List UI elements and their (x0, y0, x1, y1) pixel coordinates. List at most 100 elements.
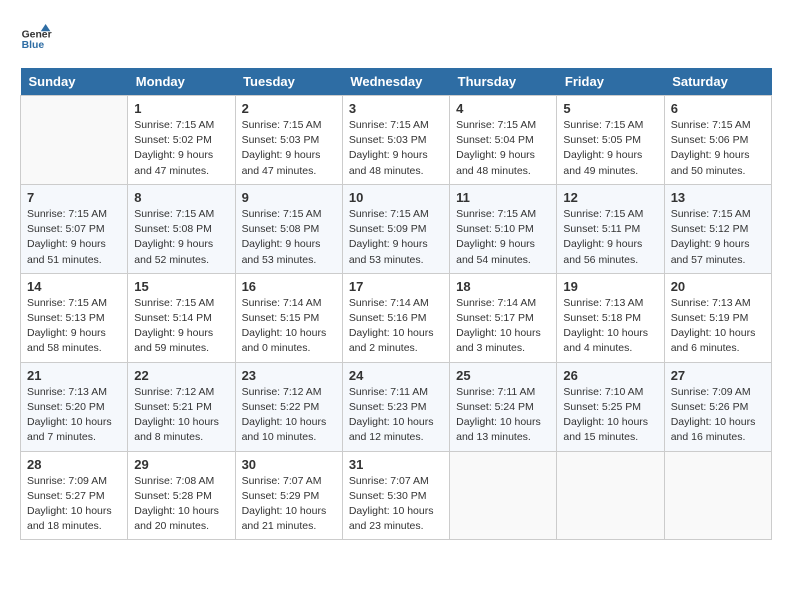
calendar-cell (557, 451, 664, 540)
day-info: Sunrise: 7:13 AM Sunset: 5:19 PM Dayligh… (671, 296, 765, 357)
calendar-cell: 4 Sunrise: 7:15 AM Sunset: 5:04 PM Daylig… (450, 96, 557, 185)
day-info: Sunrise: 7:15 AM Sunset: 5:13 PM Dayligh… (27, 296, 121, 357)
day-info: Sunrise: 7:15 AM Sunset: 5:02 PM Dayligh… (134, 118, 228, 179)
weekday-header-saturday: Saturday (664, 68, 771, 96)
day-info: Sunrise: 7:13 AM Sunset: 5:18 PM Dayligh… (563, 296, 657, 357)
day-info: Sunrise: 7:15 AM Sunset: 5:03 PM Dayligh… (349, 118, 443, 179)
calendar-cell: 14 Sunrise: 7:15 AM Sunset: 5:13 PM Dayli… (21, 273, 128, 362)
svg-text:Blue: Blue (22, 40, 45, 51)
day-number: 17 (349, 279, 443, 294)
weekday-header-wednesday: Wednesday (342, 68, 449, 96)
day-info: Sunrise: 7:15 AM Sunset: 5:06 PM Dayligh… (671, 118, 765, 179)
calendar-cell: 25 Sunrise: 7:11 AM Sunset: 5:24 PM Dayli… (450, 362, 557, 451)
day-info: Sunrise: 7:15 AM Sunset: 5:11 PM Dayligh… (563, 207, 657, 268)
day-number: 11 (456, 190, 550, 205)
day-number: 2 (242, 101, 336, 116)
day-number: 12 (563, 190, 657, 205)
day-number: 22 (134, 368, 228, 383)
day-number: 18 (456, 279, 550, 294)
day-number: 15 (134, 279, 228, 294)
day-info: Sunrise: 7:08 AM Sunset: 5:28 PM Dayligh… (134, 474, 228, 535)
calendar-cell: 26Sunrise: 7:10 AM Sunset: 5:25 PM Dayli… (557, 362, 664, 451)
calendar-cell: 2 Sunrise: 7:15 AM Sunset: 5:03 PM Daylig… (235, 96, 342, 185)
calendar-week-row: 7 Sunrise: 7:15 AM Sunset: 5:07 PM Daylig… (21, 184, 772, 273)
day-info: Sunrise: 7:15 AM Sunset: 5:08 PM Dayligh… (242, 207, 336, 268)
day-number: 19 (563, 279, 657, 294)
calendar-cell: 29 Sunrise: 7:08 AM Sunset: 5:28 PM Dayli… (128, 451, 235, 540)
calendar-cell: 17 Sunrise: 7:14 AM Sunset: 5:16 PM Dayli… (342, 273, 449, 362)
calendar-cell: 24 Sunrise: 7:11 AM Sunset: 5:23 PM Dayli… (342, 362, 449, 451)
day-info: Sunrise: 7:07 AM Sunset: 5:29 PM Dayligh… (242, 474, 336, 535)
day-number: 30 (242, 457, 336, 472)
day-number: 20 (671, 279, 765, 294)
calendar-week-row: 21 Sunrise: 7:13 AM Sunset: 5:20 PM Dayli… (21, 362, 772, 451)
day-number: 7 (27, 190, 121, 205)
day-info: Sunrise: 7:15 AM Sunset: 5:03 PM Dayligh… (242, 118, 336, 179)
day-number: 31 (349, 457, 443, 472)
day-number: 29 (134, 457, 228, 472)
day-info: Sunrise: 7:07 AM Sunset: 5:30 PM Dayligh… (349, 474, 443, 535)
calendar-cell: 8 Sunrise: 7:15 AM Sunset: 5:08 PM Daylig… (128, 184, 235, 273)
day-info: Sunrise: 7:15 AM Sunset: 5:12 PM Dayligh… (671, 207, 765, 268)
day-info: Sunrise: 7:15 AM Sunset: 5:05 PM Dayligh… (563, 118, 657, 179)
day-number: 1 (134, 101, 228, 116)
day-info: Sunrise: 7:14 AM Sunset: 5:17 PM Dayligh… (456, 296, 550, 357)
calendar-cell: 10 Sunrise: 7:15 AM Sunset: 5:09 PM Dayli… (342, 184, 449, 273)
weekday-header-sunday: Sunday (21, 68, 128, 96)
weekday-header-tuesday: Tuesday (235, 68, 342, 96)
calendar-cell: 21 Sunrise: 7:13 AM Sunset: 5:20 PM Dayli… (21, 362, 128, 451)
calendar-cell (664, 451, 771, 540)
day-number: 24 (349, 368, 443, 383)
calendar-table: SundayMondayTuesdayWednesdayThursdayFrid… (20, 68, 772, 540)
day-number: 23 (242, 368, 336, 383)
day-number: 3 (349, 101, 443, 116)
day-number: 27 (671, 368, 765, 383)
day-number: 6 (671, 101, 765, 116)
calendar-cell: 7 Sunrise: 7:15 AM Sunset: 5:07 PM Daylig… (21, 184, 128, 273)
day-info: Sunrise: 7:15 AM Sunset: 5:14 PM Dayligh… (134, 296, 228, 357)
calendar-cell: 3 Sunrise: 7:15 AM Sunset: 5:03 PM Daylig… (342, 96, 449, 185)
calendar-cell: 11Sunrise: 7:15 AM Sunset: 5:10 PM Dayli… (450, 184, 557, 273)
weekday-header-friday: Friday (557, 68, 664, 96)
day-info: Sunrise: 7:11 AM Sunset: 5:24 PM Dayligh… (456, 385, 550, 446)
day-info: Sunrise: 7:15 AM Sunset: 5:04 PM Dayligh… (456, 118, 550, 179)
day-info: Sunrise: 7:13 AM Sunset: 5:20 PM Dayligh… (27, 385, 121, 446)
day-number: 26 (563, 368, 657, 383)
calendar-cell: 6 Sunrise: 7:15 AM Sunset: 5:06 PM Daylig… (664, 96, 771, 185)
logo-icon: General Blue (20, 20, 52, 52)
calendar-cell: 9 Sunrise: 7:15 AM Sunset: 5:08 PM Daylig… (235, 184, 342, 273)
calendar-week-row: 1 Sunrise: 7:15 AM Sunset: 5:02 PM Daylig… (21, 96, 772, 185)
day-number: 21 (27, 368, 121, 383)
day-info: Sunrise: 7:14 AM Sunset: 5:15 PM Dayligh… (242, 296, 336, 357)
calendar-cell: 30 Sunrise: 7:07 AM Sunset: 5:29 PM Dayli… (235, 451, 342, 540)
day-number: 25 (456, 368, 550, 383)
calendar-cell (450, 451, 557, 540)
day-info: Sunrise: 7:15 AM Sunset: 5:07 PM Dayligh… (27, 207, 121, 268)
calendar-cell: 1 Sunrise: 7:15 AM Sunset: 5:02 PM Daylig… (128, 96, 235, 185)
weekday-header-monday: Monday (128, 68, 235, 96)
calendar-cell: 31 Sunrise: 7:07 AM Sunset: 5:30 PM Dayli… (342, 451, 449, 540)
calendar-cell: 16 Sunrise: 7:14 AM Sunset: 5:15 PM Dayli… (235, 273, 342, 362)
calendar-cell: 20 Sunrise: 7:13 AM Sunset: 5:19 PM Dayli… (664, 273, 771, 362)
day-info: Sunrise: 7:11 AM Sunset: 5:23 PM Dayligh… (349, 385, 443, 446)
calendar-cell: 15 Sunrise: 7:15 AM Sunset: 5:14 PM Dayli… (128, 273, 235, 362)
day-number: 4 (456, 101, 550, 116)
day-number: 28 (27, 457, 121, 472)
weekday-header-row: SundayMondayTuesdayWednesdayThursdayFrid… (21, 68, 772, 96)
day-number: 16 (242, 279, 336, 294)
day-number: 10 (349, 190, 443, 205)
day-info: Sunrise: 7:15 AM Sunset: 5:08 PM Dayligh… (134, 207, 228, 268)
weekday-header-thursday: Thursday (450, 68, 557, 96)
day-info: Sunrise: 7:15 AM Sunset: 5:09 PM Dayligh… (349, 207, 443, 268)
svg-text:General: General (22, 30, 52, 41)
day-number: 9 (242, 190, 336, 205)
calendar-cell (21, 96, 128, 185)
day-info: Sunrise: 7:12 AM Sunset: 5:21 PM Dayligh… (134, 385, 228, 446)
day-number: 8 (134, 190, 228, 205)
calendar-week-row: 28Sunrise: 7:09 AM Sunset: 5:27 PM Dayli… (21, 451, 772, 540)
calendar-cell: 23Sunrise: 7:12 AM Sunset: 5:22 PM Dayli… (235, 362, 342, 451)
day-number: 5 (563, 101, 657, 116)
day-number: 14 (27, 279, 121, 294)
calendar-cell: 19 Sunrise: 7:13 AM Sunset: 5:18 PM Dayli… (557, 273, 664, 362)
day-info: Sunrise: 7:14 AM Sunset: 5:16 PM Dayligh… (349, 296, 443, 357)
